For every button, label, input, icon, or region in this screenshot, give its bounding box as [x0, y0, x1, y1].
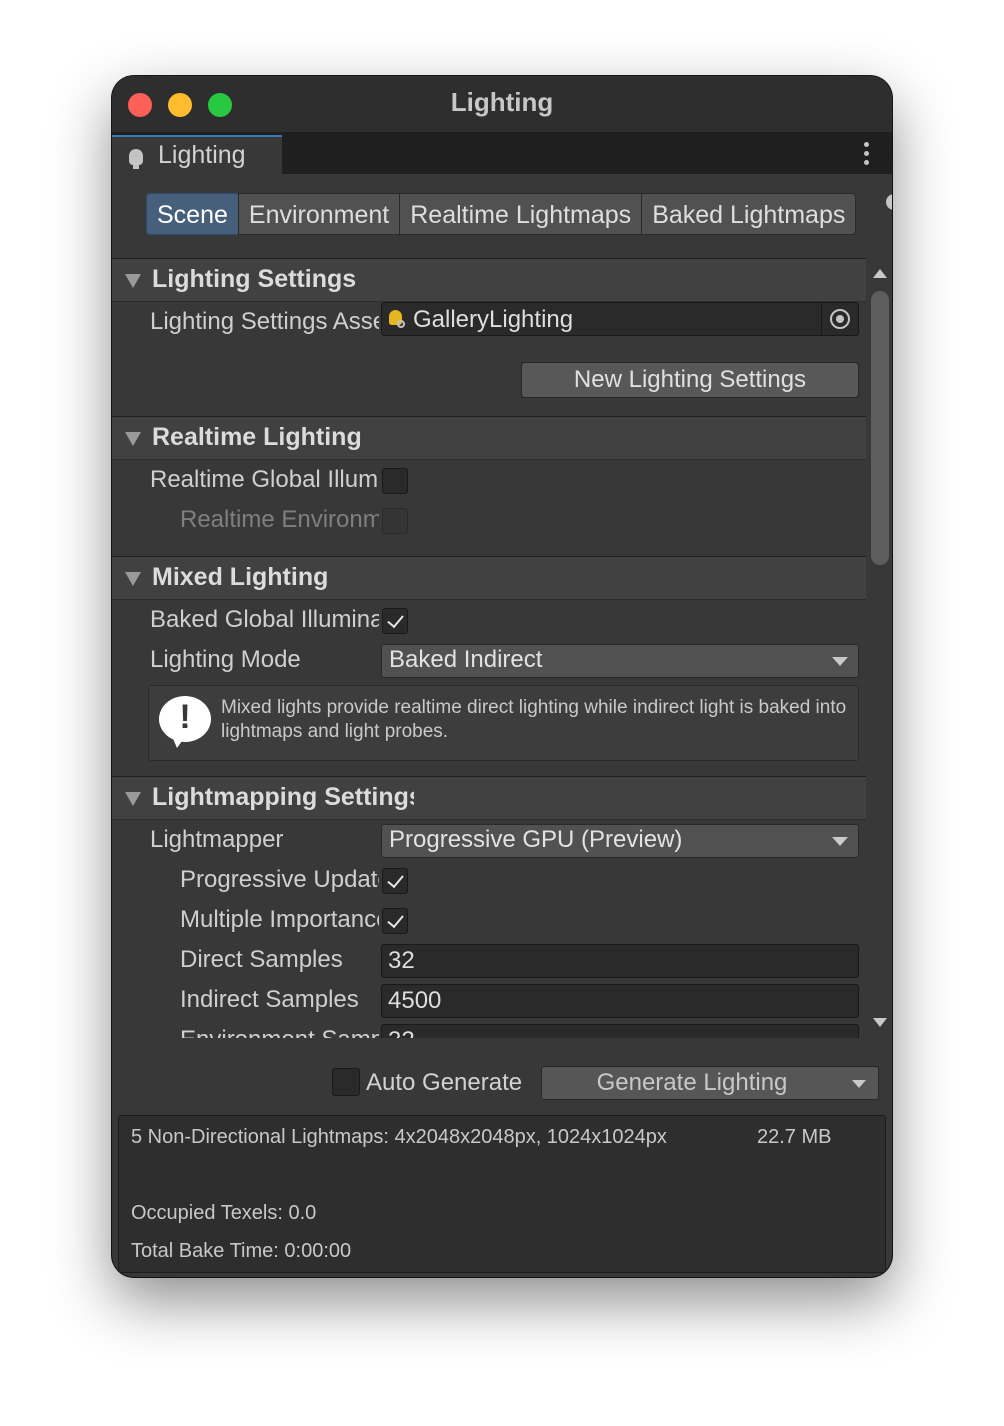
bake-controls: Auto Generate Generate Lighting: [112, 1038, 892, 1116]
tab-lighting[interactable]: Lighting: [112, 135, 282, 176]
title-bar[interactable]: Lighting: [112, 76, 892, 132]
direct-samples-label: Direct Samples: [180, 946, 343, 973]
new-lighting-settings-button[interactable]: New Lighting Settings: [521, 362, 859, 398]
segment-environment[interactable]: Environment: [237, 193, 401, 235]
lightmap-summary: 5 Non-Directional Lightmaps: 4x2048x2048…: [131, 1126, 667, 1148]
window-title: Lighting: [450, 87, 554, 117]
scroll-up-icon[interactable]: [873, 269, 887, 278]
environment-samples-field[interactable]: 32: [381, 1024, 859, 1038]
direct-samples-value: 32: [388, 947, 415, 974]
indirect-samples-field[interactable]: 4500: [381, 984, 859, 1018]
overflow-indicator-icon: [886, 194, 892, 210]
mixed-lighting-help-box: ! Mixed lights provide realtime direct l…: [148, 685, 859, 761]
baked-gi-label: Baked Global Illumination: [150, 606, 379, 633]
lightmapper-dropdown[interactable]: Progressive GPU (Preview): [381, 824, 859, 858]
object-picker-icon[interactable]: [821, 303, 858, 335]
generate-lighting-button[interactable]: Generate Lighting: [541, 1066, 879, 1100]
section-title: Lighting Settings: [152, 265, 357, 293]
lightmapper-label: Lightmapper: [150, 826, 284, 853]
foldout-arrow-icon: [125, 792, 141, 806]
help-message: Mixed lights provide realtime direct lig…: [221, 697, 847, 742]
lighting-window: Lighting Lighting Scene Environment Real…: [112, 76, 892, 1277]
progressive-updates-checkbox[interactable]: [382, 868, 408, 894]
section-title: Realtime Lighting: [152, 423, 362, 451]
tab-lighting-label: Lighting: [158, 141, 246, 169]
lighting-mode-value: Baked Indirect: [389, 646, 543, 673]
occupied-texels: Occupied Texels: 0.0: [131, 1202, 317, 1224]
foldout-arrow-icon: [125, 432, 141, 446]
lighting-settings-asset-value: GalleryLighting: [413, 306, 574, 333]
chevron-down-icon: [832, 657, 848, 666]
section-realtime-lighting[interactable]: Realtime Lighting: [112, 416, 866, 460]
indirect-samples-label: Indirect Samples: [180, 986, 359, 1013]
section-title: Mixed Lighting: [152, 563, 329, 591]
chevron-down-icon[interactable]: [852, 1080, 866, 1088]
total-bake-time: Total Bake Time: 0:00:00: [131, 1240, 352, 1262]
realtime-gi-checkbox[interactable]: [382, 468, 408, 494]
auto-generate-checkbox[interactable]: [332, 1068, 360, 1096]
scene-settings-panel: Lighting Settings Lighting Settings Asse…: [112, 258, 866, 1038]
chevron-down-icon: [832, 837, 848, 846]
lightbulb-icon: [129, 149, 143, 169]
direct-samples-field[interactable]: 32: [381, 944, 859, 978]
lighting-settings-asset-label: Lighting Settings Asset: [150, 308, 379, 335]
baked-gi-checkbox[interactable]: [382, 608, 408, 634]
scroll-down-icon[interactable]: [873, 1018, 887, 1027]
section-title: Lightmapping Settings: [152, 783, 414, 811]
foldout-arrow-icon: [125, 572, 141, 586]
realtime-environment-checkbox: [382, 508, 408, 534]
foldout-arrow-icon: [125, 274, 141, 288]
lightmapper-value: Progressive GPU (Preview): [389, 826, 683, 853]
lightmap-stats: 5 Non-Directional Lightmaps: 4x2048x2048…: [118, 1115, 886, 1273]
environment-samples-label: Environment Samples: [180, 1026, 379, 1038]
progressive-updates-label: Progressive Updates: [180, 866, 379, 893]
editor-tab-strip: Lighting: [112, 132, 892, 176]
lighting-segment-bar: Scene Environment Realtime Lightmaps Bak…: [146, 193, 857, 235]
indirect-samples-value: 4500: [388, 987, 442, 1014]
section-lighting-settings[interactable]: Lighting Settings: [112, 258, 866, 302]
multiple-importance-sampling-checkbox[interactable]: [382, 908, 408, 934]
segment-baked-lightmaps[interactable]: Baked Lightmaps: [641, 193, 857, 235]
section-mixed-lighting[interactable]: Mixed Lighting: [112, 556, 866, 600]
panel-scrollbar[interactable]: [868, 258, 892, 1038]
lighting-mode-dropdown[interactable]: Baked Indirect: [381, 644, 859, 678]
more-options-icon[interactable]: [864, 142, 870, 166]
realtime-gi-label: Realtime Global Illumination: [150, 466, 379, 493]
scrollbar-thumb[interactable]: [871, 291, 889, 565]
gear-icon: [397, 320, 405, 328]
auto-generate-label: Auto Generate: [366, 1069, 523, 1096]
lighting-settings-asset-field[interactable]: GalleryLighting: [381, 302, 859, 336]
generate-lighting-label: Generate Lighting: [596, 1069, 788, 1096]
environment-samples-value: 32: [388, 1027, 415, 1038]
realtime-environment-label: Realtime Environment Lighting: [180, 506, 379, 533]
lighting-mode-label: Lighting Mode: [150, 646, 301, 673]
warning-icon: !: [159, 696, 211, 748]
multiple-importance-sampling-label: Multiple Importance Sampling: [180, 906, 379, 933]
segment-scene[interactable]: Scene: [146, 193, 239, 235]
segment-realtime-lightmaps[interactable]: Realtime Lightmaps: [399, 193, 643, 235]
lightmap-size: 22.7 MB: [757, 1126, 832, 1148]
section-lightmapping-settings[interactable]: Lightmapping Settings: [112, 776, 866, 820]
